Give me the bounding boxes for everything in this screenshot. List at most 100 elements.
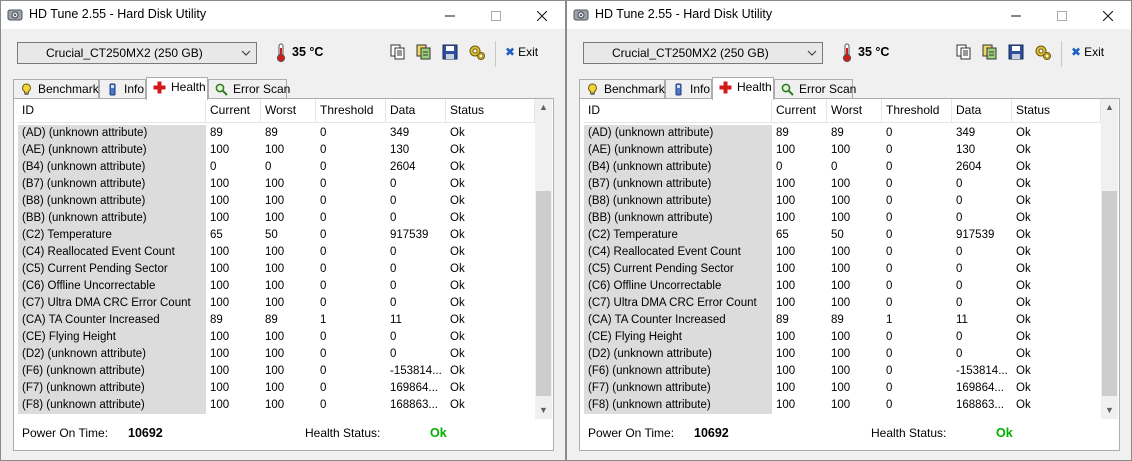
- column-header-threshold[interactable]: Threshold: [882, 99, 952, 123]
- table-row[interactable]: (B4) (unknown attribute) 0 0 0 2604 Ok: [584, 159, 1101, 176]
- column-header-current[interactable]: Current: [206, 99, 261, 123]
- cell-current: 65: [210, 229, 223, 241]
- toolbar-divider: [495, 41, 496, 67]
- close-button[interactable]: [519, 1, 565, 29]
- tab-info[interactable]: Info: [665, 79, 712, 99]
- tab-health[interactable]: Health: [146, 77, 208, 100]
- table-row[interactable]: (AE) (unknown attribute) 100 100 0 130 Ok: [18, 142, 535, 159]
- cell-current: 100: [776, 382, 796, 394]
- table-row[interactable]: (C4) Reallocated Event Count 100 100 0 0 Ok: [584, 244, 1101, 261]
- minimize-button[interactable]: [993, 1, 1039, 29]
- table-row[interactable]: (B8) (unknown attribute) 100 100 0 0 Ok: [584, 193, 1101, 210]
- copy-all-button[interactable]: [981, 43, 999, 61]
- table-row[interactable]: (AE) (unknown attribute) 100 100 0 130 Ok: [584, 142, 1101, 159]
- cell-id: (C4) Reallocated Event Count: [584, 244, 772, 261]
- tab-label: Benchmark: [38, 82, 99, 96]
- table-row[interactable]: (C4) Reallocated Event Count 100 100 0 0 Ok: [18, 244, 535, 261]
- table-row[interactable]: (C5) Current Pending Sector 100 100 0 0 Ok: [18, 261, 535, 278]
- cell-current: 100: [776, 195, 796, 207]
- column-header-current[interactable]: Current: [772, 99, 827, 123]
- table-row[interactable]: (F8) (unknown attribute) 100 100 0 168863...…: [584, 397, 1101, 414]
- scroll-thumb[interactable]: [1102, 191, 1117, 396]
- table-row[interactable]: (CA) TA Counter Increased 89 89 1 11 Ok: [584, 312, 1101, 329]
- table-row[interactable]: (BB) (unknown attribute) 100 100 0 0 Ok: [18, 210, 535, 227]
- table-row[interactable]: (F6) (unknown attribute) 100 100 0 -153814..…: [584, 363, 1101, 380]
- column-header-data[interactable]: Data: [952, 99, 1012, 123]
- table-row[interactable]: (C6) Offline Uncorrectable 100 100 0 0 Ok: [584, 278, 1101, 295]
- copy-button[interactable]: [955, 43, 973, 61]
- cell-worst: 100: [831, 263, 851, 275]
- table-row[interactable]: (B7) (unknown attribute) 100 100 0 0 Ok: [18, 176, 535, 193]
- table-row[interactable]: (B4) (unknown attribute) 0 0 0 2604 Ok: [18, 159, 535, 176]
- cell-data: 0: [956, 348, 963, 360]
- scroll-down-icon[interactable]: ▼: [1101, 402, 1118, 419]
- table-row[interactable]: (C7) Ultra DMA CRC Error Count 100 100 0 0 Ok: [584, 295, 1101, 312]
- save-button[interactable]: [441, 43, 459, 61]
- table-row[interactable]: (AD) (unknown attribute) 89 89 0 349 Ok: [18, 125, 535, 142]
- tab-health[interactable]: Health: [712, 77, 774, 100]
- table-row[interactable]: (CE) Flying Height 100 100 0 0 Ok: [18, 329, 535, 346]
- column-header-status[interactable]: Status: [1012, 99, 1101, 123]
- scroll-up-icon[interactable]: ▲: [535, 99, 552, 116]
- column-header-status[interactable]: Status: [446, 99, 535, 123]
- hdtune-app-icon: [573, 7, 589, 23]
- table-body: (AD) (unknown attribute) 89 89 0 349 Ok (AE) (…: [584, 125, 1101, 414]
- column-header-worst[interactable]: Worst: [261, 99, 316, 123]
- table-row[interactable]: (F7) (unknown attribute) 100 100 0 169864...…: [18, 380, 535, 397]
- drive-select[interactable]: Crucial_CT250MX2 (250 GB): [583, 42, 823, 64]
- cell-worst: 100: [831, 178, 851, 190]
- table-row[interactable]: (BB) (unknown attribute) 100 100 0 0 Ok: [584, 210, 1101, 227]
- drive-select[interactable]: Crucial_CT250MX2 (250 GB): [17, 42, 257, 64]
- cell-id: (C4) Reallocated Event Count: [18, 244, 206, 261]
- table-row[interactable]: (B7) (unknown attribute) 100 100 0 0 Ok: [584, 176, 1101, 193]
- copy-all-button[interactable]: [415, 43, 433, 61]
- table-row[interactable]: (CA) TA Counter Increased 89 89 1 11 Ok: [18, 312, 535, 329]
- table-row[interactable]: (F8) (unknown attribute) 100 100 0 168863...…: [18, 397, 535, 414]
- tab-error-scan[interactable]: Error Scan: [774, 79, 856, 99]
- cell-status: Ok: [1016, 280, 1031, 292]
- minimize-button[interactable]: [427, 1, 473, 29]
- table-row[interactable]: (D2) (unknown attribute) 100 100 0 0 Ok: [18, 346, 535, 363]
- save-button[interactable]: [1007, 43, 1025, 61]
- table-row[interactable]: (AD) (unknown attribute) 89 89 0 349 Ok: [584, 125, 1101, 142]
- table-row[interactable]: (C7) Ultra DMA CRC Error Count 100 100 0 0 Ok: [18, 295, 535, 312]
- cell-status: Ok: [1016, 297, 1031, 309]
- exit-button[interactable]: ✖ Exit: [1071, 45, 1104, 59]
- column-header-id[interactable]: ID: [18, 99, 206, 123]
- cell-status: Ok: [450, 178, 465, 190]
- scroll-down-icon[interactable]: ▼: [535, 402, 552, 419]
- exit-button[interactable]: ✖ Exit: [505, 45, 538, 59]
- vertical-scrollbar[interactable]: ▲ ▼: [1101, 99, 1118, 419]
- table-row[interactable]: (B8) (unknown attribute) 100 100 0 0 Ok: [18, 193, 535, 210]
- options-button[interactable]: [468, 43, 486, 61]
- scroll-up-icon[interactable]: ▲: [1101, 99, 1118, 116]
- scroll-thumb[interactable]: [536, 191, 551, 396]
- table-row[interactable]: (C5) Current Pending Sector 100 100 0 0 Ok: [584, 261, 1101, 278]
- column-header-data[interactable]: Data: [386, 99, 446, 123]
- column-header-worst[interactable]: Worst: [827, 99, 882, 123]
- table-row[interactable]: (C2) Temperature 65 50 0 917539 Ok: [18, 227, 535, 244]
- tab-benchmark[interactable]: Benchmark: [579, 79, 665, 99]
- options-button[interactable]: [1034, 43, 1052, 61]
- magnifier-icon: [781, 83, 794, 96]
- vertical-scrollbar[interactable]: ▲ ▼: [535, 99, 552, 419]
- table-row[interactable]: (CE) Flying Height 100 100 0 0 Ok: [584, 329, 1101, 346]
- close-button[interactable]: [1085, 1, 1131, 29]
- maximize-button[interactable]: [473, 1, 519, 29]
- table-row[interactable]: (C6) Offline Uncorrectable 100 100 0 0 Ok: [18, 278, 535, 295]
- maximize-button[interactable]: [1039, 1, 1085, 29]
- cell-threshold: 0: [886, 331, 893, 343]
- table-row[interactable]: (F6) (unknown attribute) 100 100 0 -153814..…: [18, 363, 535, 380]
- tab-benchmark[interactable]: Benchmark: [13, 79, 99, 99]
- column-header-threshold[interactable]: Threshold: [316, 99, 386, 123]
- cell-threshold: 0: [886, 127, 893, 139]
- cell-threshold: 0: [320, 144, 327, 156]
- table-row[interactable]: (C2) Temperature 65 50 0 917539 Ok: [584, 227, 1101, 244]
- table-row[interactable]: (D2) (unknown attribute) 100 100 0 0 Ok: [584, 346, 1101, 363]
- cell-id: (AE) (unknown attribute): [18, 142, 206, 159]
- table-row[interactable]: (F7) (unknown attribute) 100 100 0 169864...…: [584, 380, 1101, 397]
- tab-info[interactable]: Info: [99, 79, 146, 99]
- tab-error-scan[interactable]: Error Scan: [208, 79, 290, 99]
- copy-button[interactable]: [389, 43, 407, 61]
- column-header-id[interactable]: ID: [584, 99, 772, 123]
